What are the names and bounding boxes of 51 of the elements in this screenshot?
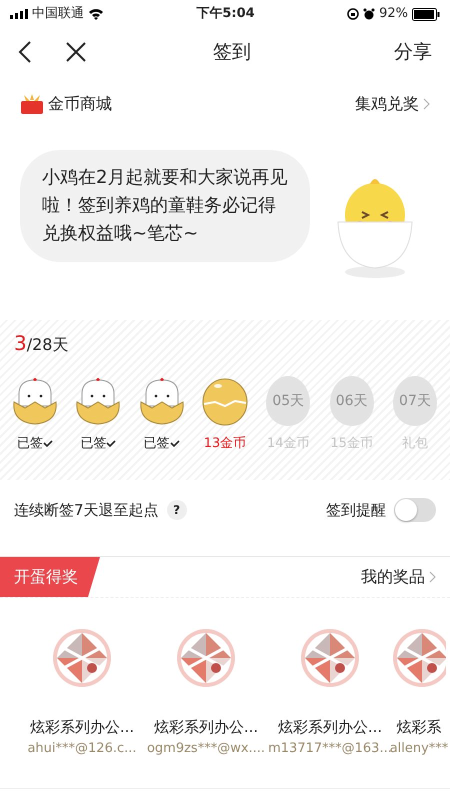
chevron-icon bbox=[429, 571, 436, 583]
section-tag: 开蛋得奖 bbox=[0, 557, 100, 597]
locked-egg: 05天 bbox=[266, 376, 310, 426]
wifi-icon bbox=[88, 8, 104, 20]
winner-account: m13717***@163... bbox=[268, 740, 392, 758]
day-reward: 13金币 bbox=[204, 435, 246, 453]
carrier-name: 中国联通 bbox=[32, 5, 84, 24]
speech-bubble: 小鸡在2月起就要和大家说再见啦！签到养鸡的童鞋务必记得兑换权益哦~笔芯~ bbox=[20, 150, 310, 262]
days-signed-count: 3 bbox=[14, 330, 27, 357]
exchange-link[interactable]: 集鸡兑奖 bbox=[355, 92, 419, 116]
mall-link[interactable]: 金币商城 bbox=[48, 92, 112, 116]
day-status: 已签 bbox=[80, 435, 106, 454]
alarm-icon bbox=[363, 8, 376, 20]
close-icon[interactable] bbox=[66, 42, 86, 62]
check-icon bbox=[43, 440, 53, 448]
battery-icon bbox=[412, 8, 440, 20]
battery-percent: 92% bbox=[379, 5, 408, 24]
chick-egg-icon bbox=[74, 376, 122, 426]
prize-name: 炫彩系列办公... bbox=[30, 717, 134, 738]
day-status: 已签 bbox=[17, 435, 43, 454]
chick-egg-icon bbox=[11, 376, 59, 426]
day-reward: 礼包 bbox=[402, 435, 428, 453]
rotation-lock-icon bbox=[347, 8, 360, 20]
check-icon bbox=[106, 440, 116, 448]
page-title: 签到 bbox=[212, 40, 252, 65]
reminder-toggle[interactable] bbox=[394, 498, 436, 522]
status-time: 下午5:04 bbox=[196, 5, 255, 24]
winner-account: ahui***@126.c... bbox=[27, 740, 137, 758]
chevron-icon bbox=[423, 98, 430, 110]
prize-name: 炫彩系列办公... bbox=[154, 717, 258, 738]
my-prizes-link[interactable]: 我的奖品 bbox=[361, 565, 425, 589]
days-total: /28天 bbox=[26, 334, 68, 356]
prize-name: 炫彩系 bbox=[396, 717, 442, 738]
signal-icon bbox=[10, 9, 28, 19]
day-status: 已签 bbox=[144, 435, 170, 454]
prize-name: 炫彩系列办公... bbox=[278, 717, 382, 738]
rule-text: 连续断签7天退至起点 bbox=[14, 500, 159, 521]
golden-egg-icon bbox=[200, 376, 249, 426]
check-icon bbox=[170, 440, 180, 448]
day-reward: 15金币 bbox=[330, 435, 373, 453]
winner-account: alleny*** bbox=[390, 740, 448, 758]
gift-icon bbox=[20, 93, 44, 115]
winner-account: ogm9zs***@wx.... bbox=[146, 740, 266, 758]
chick-egg-icon bbox=[138, 376, 186, 426]
reminder-label: 签到提醒 bbox=[326, 500, 386, 521]
share-link[interactable]: 分享 bbox=[394, 38, 432, 66]
locked-egg: 06天 bbox=[330, 376, 374, 426]
help-button[interactable]: ? bbox=[166, 500, 187, 520]
back-icon[interactable] bbox=[18, 41, 32, 63]
locked-egg: 07天 bbox=[392, 376, 437, 426]
day-reward: 14金币 bbox=[267, 435, 310, 453]
